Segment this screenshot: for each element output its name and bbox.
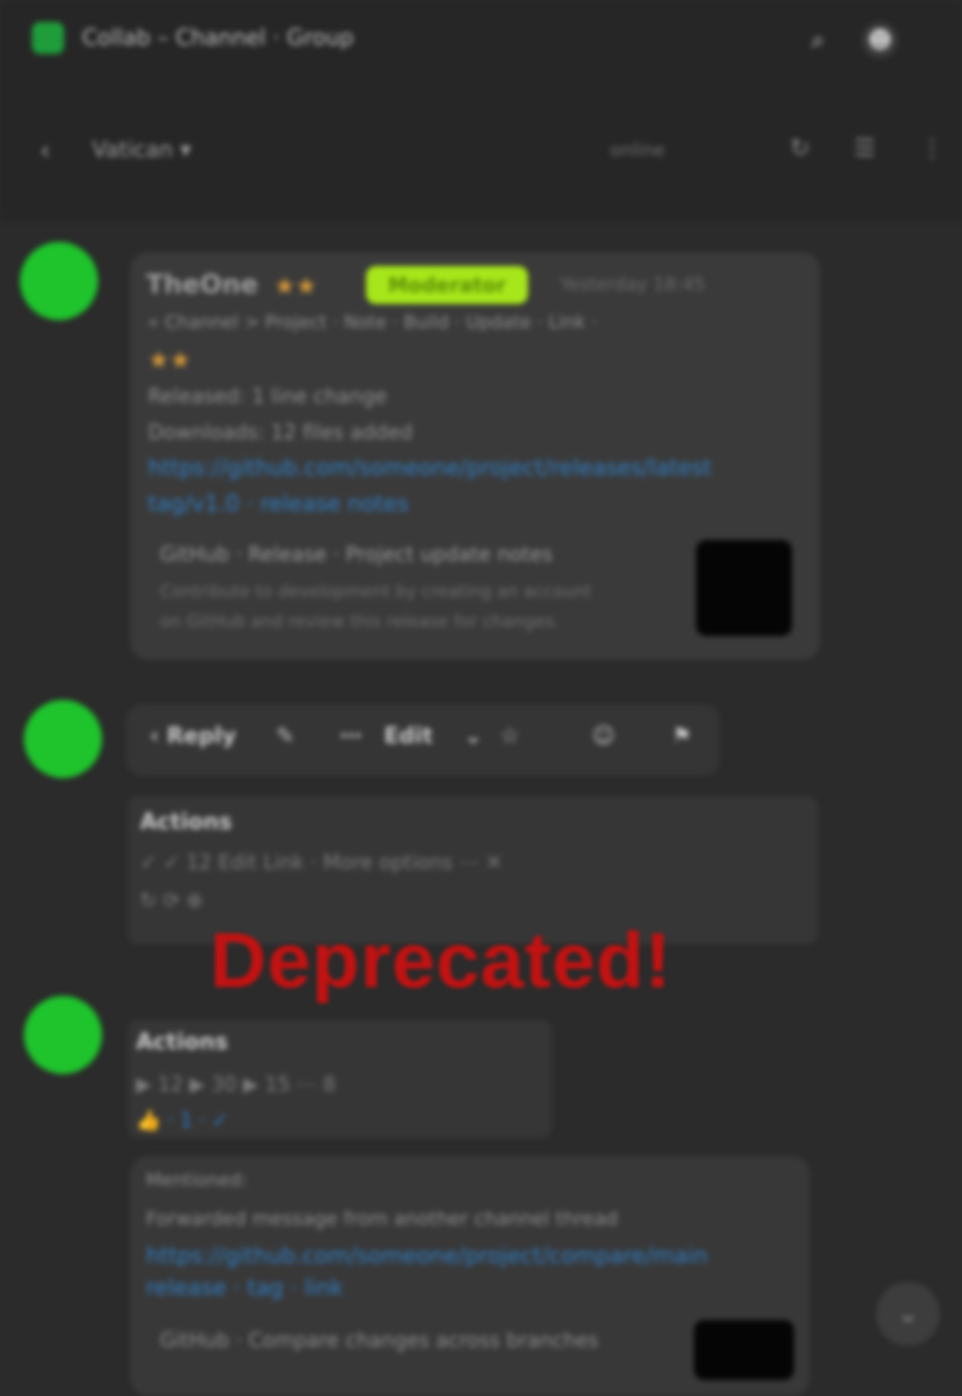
message-author[interactable]: TheOne	[146, 270, 258, 300]
message-link[interactable]: release · tag · link	[146, 1276, 343, 1301]
link-preview-thumbnail[interactable]	[696, 540, 792, 636]
author-badge: ★★	[274, 272, 318, 300]
emoji-icon[interactable]: ☺	[592, 724, 615, 749]
link-preview-thumbnail[interactable]	[694, 1320, 794, 1380]
user-avatar[interactable]	[24, 700, 102, 778]
link-preview-description: Contribute to development by creating an…	[160, 582, 592, 602]
flag-icon[interactable]: ⚑	[672, 724, 692, 749]
menu-icon[interactable]: ☰	[854, 134, 876, 162]
role-badge: Moderator	[366, 266, 528, 304]
channel-bar: ‹ Vatican ▾ online ↻ ☰ ⋮	[0, 80, 962, 220]
app-header: Collab – Channel · Group ⌕ ☻	[0, 0, 962, 80]
more-options-icon[interactable]: ⋮	[920, 134, 944, 162]
link-preview-title[interactable]: GitHub · Release · Project update notes	[160, 542, 553, 566]
search-icon[interactable]: ⌕	[800, 22, 836, 58]
actions-panel: Actions ▶ 12 ▶ 30 ▶ 15 ⋯ 8 👍 · 1 · ✓	[128, 1020, 552, 1138]
edit-pencil-icon[interactable]: ✎	[276, 724, 294, 749]
chevron-down-icon[interactable]: ⌄	[464, 724, 482, 749]
panel-title: Actions	[136, 1030, 228, 1055]
app-title: Collab – Channel · Group	[82, 26, 354, 51]
channel-title[interactable]: Vatican ▾	[92, 138, 191, 163]
message-time: Yesterday 18:45	[560, 274, 705, 295]
panel-title: Actions	[140, 810, 232, 835]
chat-screen: Collab – Channel · Group ⌕ ☻ ‹ Vatican ▾…	[0, 0, 962, 1396]
message-text-line: « Channel > Project · Note · Build · Upd…	[148, 312, 597, 333]
message-card[interactable]: TheOne ★★ Moderator Yesterday 18:45 « Ch…	[130, 252, 820, 660]
message-text-line: Released: 1 line change	[148, 384, 388, 408]
message-card[interactable]: Mentioned: Forwarded message from anothe…	[130, 1156, 810, 1396]
panel-row[interactable]: ✓ ✓ 12 Edit Link · More options ⋯ ✕	[140, 850, 502, 874]
account-avatar-icon[interactable]: ☻	[862, 22, 898, 58]
message-link[interactable]: tag/v1.0 · release notes	[148, 492, 409, 517]
panel-row[interactable]: ↻ ⟳ ⊕	[140, 888, 203, 912]
message-actions-toolbar: ‹ Reply ✎ ⋯ Edit ⌄ ☆ ☺ ⚑	[126, 704, 720, 776]
channel-status: online	[610, 140, 665, 161]
message-text-line: Downloads: 12 files added	[148, 420, 413, 444]
reaction-row[interactable]: 👍 · 1 · ✓	[136, 1108, 229, 1132]
app-logo-icon	[32, 22, 64, 54]
edit-button[interactable]: Edit	[384, 724, 433, 749]
scroll-down-button[interactable]: ⌄	[876, 1282, 940, 1346]
star-icon[interactable]: ☆	[500, 724, 520, 749]
refresh-icon[interactable]: ↻	[790, 134, 810, 162]
inline-badge: ★★	[148, 346, 192, 374]
message-link[interactable]: https://github.com/someone/project/relea…	[148, 456, 712, 481]
user-avatar[interactable]	[24, 996, 102, 1074]
link-preview-description: on GitHub and review this release for ch…	[160, 612, 560, 632]
user-avatar[interactable]	[20, 242, 98, 320]
deprecated-overlay-stamp: Deprecated!	[210, 916, 672, 1004]
message-link[interactable]: https://github.com/someone/project/compa…	[146, 1244, 708, 1269]
more-dots-icon[interactable]: ⋯	[340, 724, 362, 749]
reply-button[interactable]: ‹ Reply	[150, 724, 236, 749]
message-text-line: Mentioned:	[146, 1170, 248, 1191]
back-arrow-icon[interactable]: ‹	[40, 136, 50, 166]
panel-row[interactable]: ▶ 12 ▶ 30 ▶ 15 ⋯ 8	[136, 1072, 336, 1096]
message-text-line: Forwarded message from another channel t…	[146, 1208, 618, 1230]
link-preview-title[interactable]: GitHub · Compare changes across branches	[160, 1328, 599, 1352]
